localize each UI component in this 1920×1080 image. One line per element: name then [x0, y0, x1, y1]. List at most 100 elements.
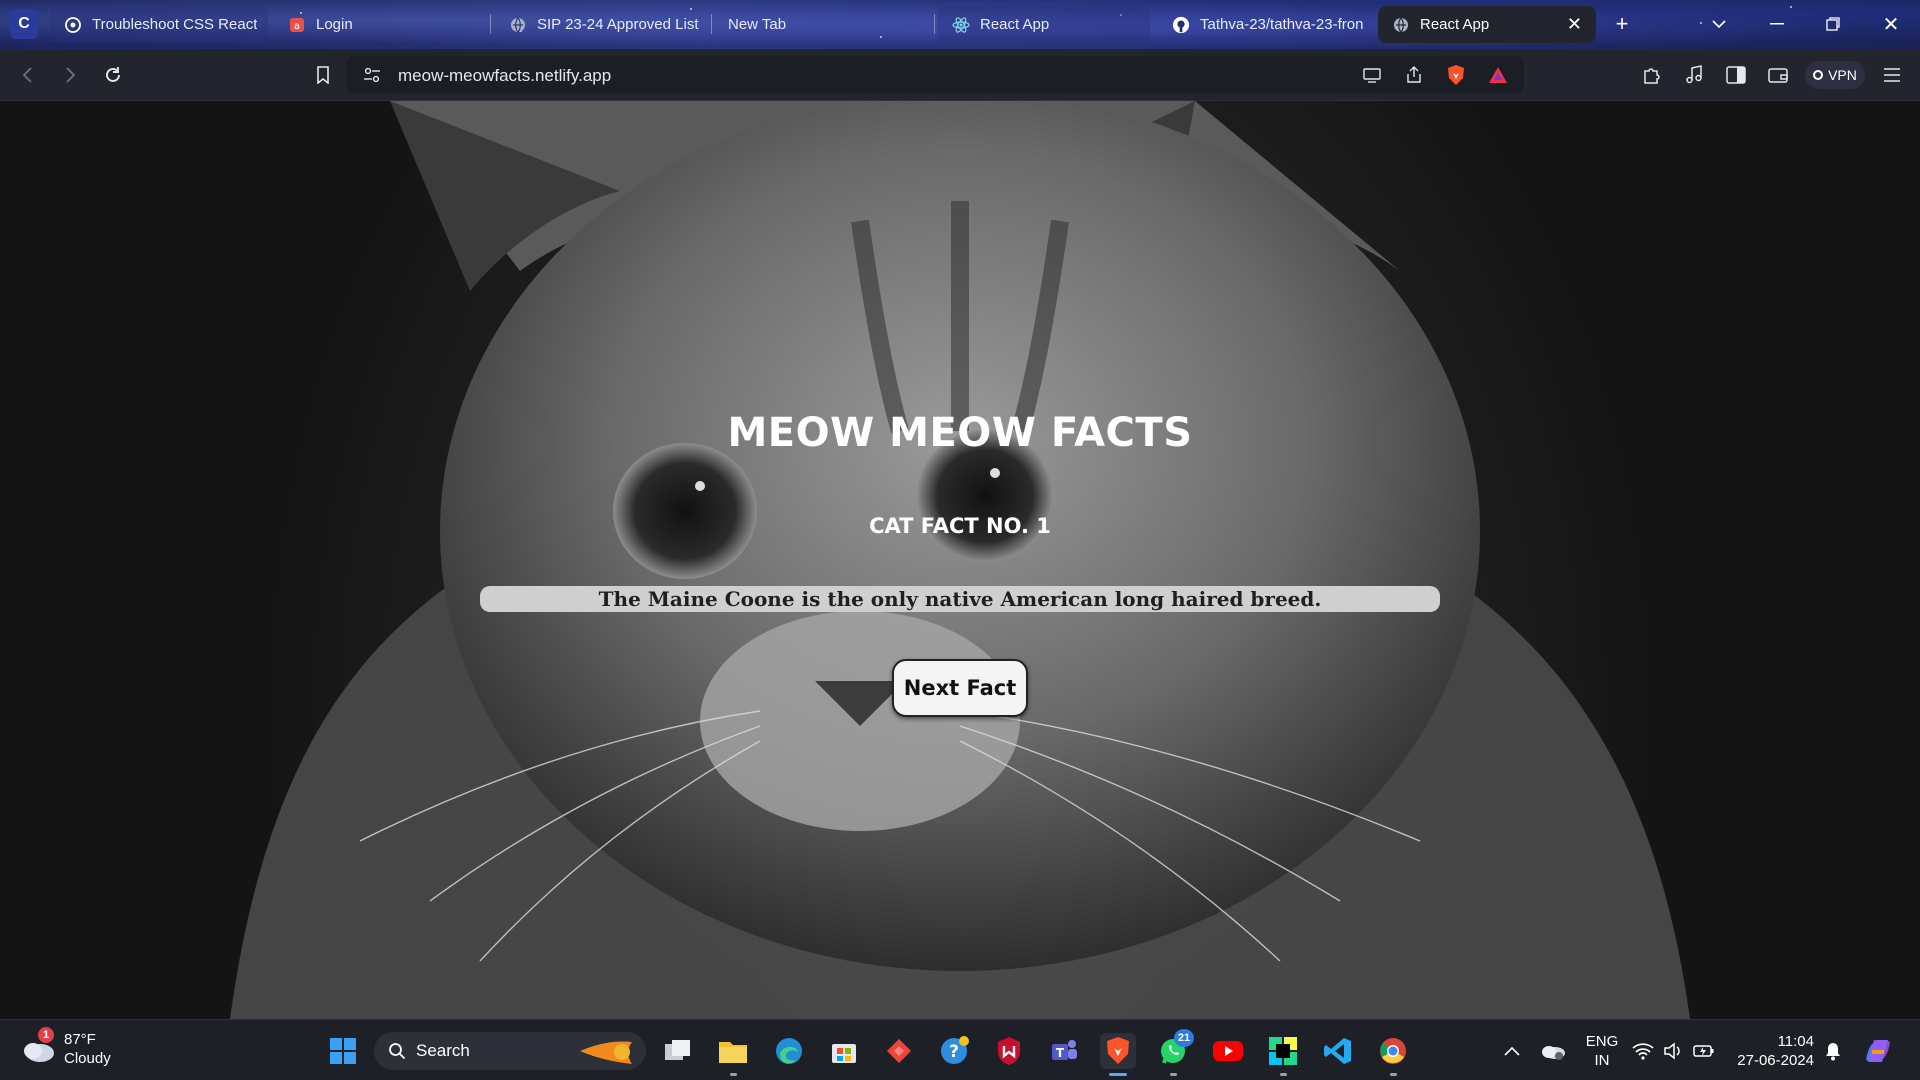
- bookmark-icon[interactable]: [309, 61, 337, 89]
- tab-separator: [711, 14, 712, 34]
- language-indicator[interactable]: ENG IN: [1580, 1032, 1624, 1070]
- url-text[interactable]: meow-meowfacts.netlify.app: [398, 66, 611, 86]
- running-indicator: [1390, 1073, 1397, 1076]
- tab-search-chevron-down-icon[interactable]: [1704, 10, 1734, 38]
- svg-text:?: ?: [949, 1042, 959, 1062]
- address-bar[interactable]: meow-meowfacts.netlify.app: [346, 56, 1524, 94]
- mcafee-shield-icon[interactable]: [991, 1033, 1027, 1069]
- tab-separator: [490, 14, 491, 34]
- notification-bell-icon[interactable]: [1818, 1033, 1848, 1069]
- vscode-icon[interactable]: [1320, 1033, 1356, 1069]
- svg-text:a: a: [294, 21, 300, 32]
- vpn-button[interactable]: VPN: [1805, 61, 1865, 89]
- close-tab-icon[interactable]: ✕: [1567, 14, 1582, 35]
- globe-icon: [509, 16, 527, 34]
- search-highlight-flame-icon: [580, 1041, 632, 1064]
- browser-tab-strip: C Troubleshoot CSS React a Login SIP 23-…: [0, 0, 1920, 49]
- tab-separator: [934, 14, 935, 34]
- tab-2[interactable]: a Login: [274, 6, 484, 43]
- clock-date: 27-06-2024: [1737, 1052, 1814, 1069]
- onedrive-cloud-icon[interactable]: [1535, 1033, 1571, 1069]
- cast-install-icon[interactable]: [1358, 61, 1386, 89]
- vpn-label: VPN: [1828, 67, 1857, 83]
- tab-title: React App: [1420, 16, 1490, 33]
- search-icon: [389, 1043, 406, 1060]
- decor-star: [1700, 22, 1702, 24]
- whatsapp-unread-badge: 21: [1174, 1029, 1194, 1047]
- clock[interactable]: 11:04 27-06-2024: [1730, 1032, 1814, 1070]
- fact-text: The Maine Coone is the only native Ameri…: [598, 587, 1322, 611]
- search-label: Search: [416, 1041, 470, 1060]
- tab-title: Tathva-23/tathva-23-fron: [1200, 16, 1364, 33]
- tab-7-active[interactable]: React App ✕: [1378, 6, 1596, 43]
- share-icon[interactable]: [1400, 61, 1428, 89]
- weather-condition: Cloudy: [64, 1050, 111, 1067]
- fact-number-heading: CAT FACT NO. 1: [869, 514, 1051, 538]
- chrome-icon[interactable]: [1375, 1033, 1411, 1076]
- tab-1[interactable]: Troubleshoot CSS React: [50, 6, 268, 43]
- decor-star: [1790, 6, 1792, 8]
- restore-icon[interactable]: [1818, 10, 1848, 38]
- next-fact-button[interactable]: Next Fact: [892, 659, 1028, 717]
- anydesk-icon[interactable]: [881, 1033, 917, 1069]
- react-icon: [952, 16, 970, 34]
- running-indicator: [1280, 1073, 1287, 1076]
- site-settings-icon[interactable]: [358, 61, 386, 89]
- fact-box: The Maine Coone is the only native Ameri…: [480, 586, 1440, 612]
- openai-icon: [64, 16, 82, 34]
- windows-start-icon[interactable]: [325, 1033, 361, 1069]
- tab-title: SIP 23-24 Approved List: [537, 16, 699, 33]
- running-indicator: [730, 1073, 737, 1076]
- wifi-icon[interactable]: [1630, 1033, 1656, 1069]
- weather-alert-badge: 1: [38, 1027, 54, 1043]
- brave-browser-icon[interactable]: [1100, 1033, 1136, 1076]
- browser-toolbar: meow-meowfacts.netlify.app VPN: [0, 49, 1920, 101]
- brave-rewards-icon[interactable]: [1484, 61, 1512, 89]
- youtube-icon[interactable]: [1210, 1033, 1246, 1069]
- copilot-icon[interactable]: [1860, 1033, 1896, 1069]
- forward-arrow-icon[interactable]: [56, 61, 84, 89]
- tab-title: Login: [316, 16, 353, 33]
- clock-time: 11:04: [1777, 1033, 1814, 1050]
- app-icon: a: [288, 16, 306, 34]
- wallet-icon[interactable]: [1764, 61, 1792, 89]
- running-indicator: [1170, 1073, 1177, 1076]
- new-tab-plus-icon[interactable]: +: [1607, 10, 1637, 38]
- teams-icon[interactable]: T: [1046, 1033, 1082, 1069]
- file-explorer-icon[interactable]: [715, 1033, 751, 1076]
- running-indicator: [1109, 1073, 1127, 1076]
- pycharm-jetbrains-icon[interactable]: [1265, 1033, 1301, 1076]
- whatsapp-icon[interactable]: 21: [1155, 1029, 1194, 1076]
- show-hidden-icons-chevron-up-icon[interactable]: [1494, 1033, 1530, 1069]
- tab-title: React App: [980, 16, 1050, 33]
- weather-temp: 87°F: [64, 1031, 96, 1048]
- extensions-puzzle-icon[interactable]: [1638, 61, 1666, 89]
- tab-title: New Tab: [728, 16, 787, 33]
- back-arrow-icon[interactable]: [14, 61, 42, 89]
- globe-icon: [1392, 16, 1410, 34]
- sidebar-toggle-icon[interactable]: [1722, 61, 1750, 89]
- close-window-icon[interactable]: ✕: [1876, 10, 1906, 38]
- tab-6[interactable]: Tathva-23/tathva-23-fron: [1158, 6, 1368, 43]
- profile-c-icon[interactable]: C: [10, 9, 38, 39]
- tab-3[interactable]: SIP 23-24 Approved List: [495, 6, 705, 43]
- menu-hamburger-icon[interactable]: [1878, 61, 1906, 89]
- volume-icon[interactable]: [1660, 1033, 1686, 1069]
- battery-charging-icon[interactable]: [1691, 1033, 1717, 1069]
- edge-browser-icon[interactable]: [771, 1033, 807, 1069]
- reload-icon[interactable]: [99, 61, 127, 89]
- microsoft-store-icon[interactable]: [826, 1033, 862, 1069]
- weather-widget[interactable]: 1 87°F Cloudy: [20, 1027, 111, 1068]
- vpn-status-icon: [1813, 70, 1824, 80]
- get-help-icon[interactable]: ?: [936, 1033, 972, 1069]
- tab-5[interactable]: React App: [938, 6, 1150, 43]
- brave-shields-icon[interactable]: [1442, 61, 1470, 89]
- taskbar-search[interactable]: Search: [374, 1032, 646, 1070]
- page-viewport: MEOW MEOW FACTS CAT FACT NO. 1 The Maine…: [0, 101, 1920, 1019]
- minimize-icon[interactable]: [1762, 10, 1792, 38]
- language-line1: ENG: [1585, 1033, 1619, 1050]
- media-music-icon[interactable]: [1680, 61, 1708, 89]
- page-title: MEOW MEOW FACTS: [727, 410, 1193, 456]
- task-view-icon[interactable]: [660, 1033, 696, 1069]
- tab-4[interactable]: New Tab: [714, 6, 924, 43]
